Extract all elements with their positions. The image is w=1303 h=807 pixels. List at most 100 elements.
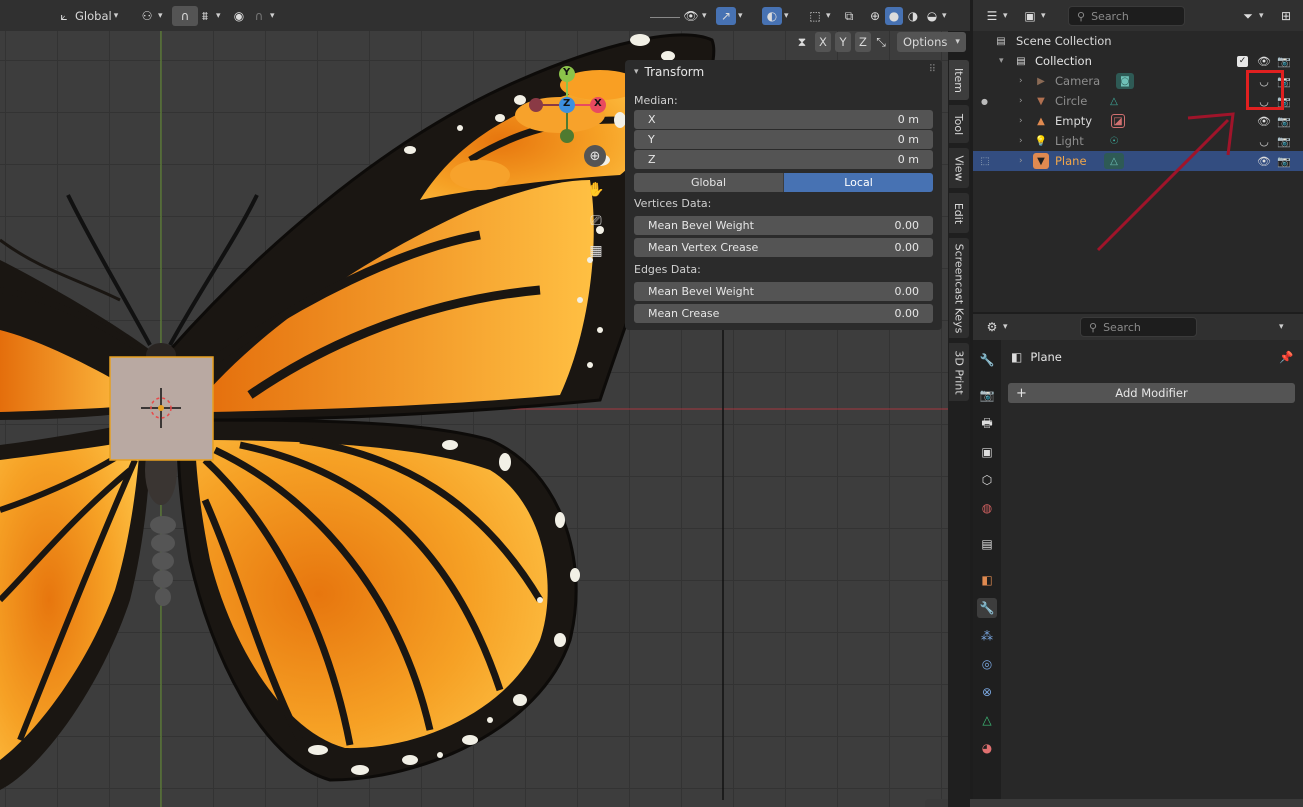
tab-3d-print[interactable]: 3D Print [949,343,969,401]
physics-tab-icon[interactable]: ◎ [977,654,997,674]
xray-icon: ⧉ [844,8,854,23]
transform-panel-header[interactable]: ▾ Transform [634,65,704,79]
collection-icon: ▤ [1016,55,1026,67]
pin-icon[interactable]: 📌 [1279,350,1293,364]
world-tab-icon[interactable]: ◍ [977,498,997,518]
particles-tab-icon[interactable]: ⁂ [977,626,997,646]
camera-view-icon[interactable]: ⎚ [583,208,609,234]
ortho-grid-icon[interactable]: ▦ [583,238,609,264]
mean-bevel-weight-vertex-field[interactable]: Mean Bevel Weight 0.00 [634,216,933,235]
gizmo-toggle[interactable]: ↗ ▾ [716,6,743,26]
camera-render-icon[interactable]: 📷 [1277,114,1291,128]
tab-item[interactable]: Item [949,60,969,100]
eye-icon[interactable]: 👁 [1257,54,1271,68]
tab-edit[interactable]: Edit [949,193,969,233]
editor-type-dropdown[interactable]: ☰ ▾ [983,6,1008,26]
object-tab-icon[interactable]: ◧ [977,570,997,590]
mesh-edit-overlays[interactable]: ⬚ ▾ [806,6,831,26]
navigation-gizmo[interactable]: X Y Z [525,62,615,152]
checkbox-icon[interactable]: ✓ [1237,55,1248,67]
camera-render-icon[interactable]: 📷 [1277,54,1291,68]
transform-orientation-dropdown[interactable]: ⟀ Global ▾ [55,6,118,26]
orientation-value: Global [75,9,112,23]
collection-tab-icon[interactable]: ▤ [977,534,997,554]
light-icon: 💡 [1034,135,1048,147]
eye-icon[interactable]: 👁 [1257,154,1271,168]
proportional-edit-toggle[interactable]: ◉ ∩ ▾ [230,6,275,26]
global-space-button[interactable]: Global [634,173,784,192]
pan-hand-icon[interactable]: ✋ [583,177,609,203]
tab-tool[interactable]: Tool [949,105,969,143]
view-layer-tab-icon[interactable]: ▣ [977,442,997,462]
material-tab-icon[interactable]: ◕ [977,738,997,758]
tool-tab-icon[interactable]: 🔧 [977,350,997,370]
pivot-point-dropdown[interactable]: ⚇ ▾ [138,6,163,26]
modifier-wrench-icon[interactable]: 🔧 [977,598,997,618]
field-label: Mean Bevel Weight [648,285,754,298]
mirror-z-toggle[interactable]: Z [855,32,871,52]
eye-closed-icon[interactable]: ◡ [1257,134,1271,148]
chevron-down-icon: ▾ [826,11,831,21]
chevron-down-icon: ▾ [634,67,639,77]
scene-collection-row[interactable]: ▤ Scene Collection [973,31,1303,51]
visibility-dropdown[interactable]: 👁 ▾ [682,6,706,26]
wireframe-shading-icon[interactable]: ⊕ [866,7,884,25]
chevron-right-icon[interactable]: › [1019,116,1023,126]
mean-bevel-weight-edge-field[interactable]: Mean Bevel Weight 0.00 [634,282,933,301]
data-tab-icon[interactable]: △ [977,710,997,730]
constraints-tab-icon[interactable]: ⊗ [977,682,997,702]
new-collection-button[interactable]: ⊞ [1277,6,1295,26]
mean-crease-field[interactable]: Mean Crease 0.00 [634,304,933,323]
sidebar-tabs: Item Tool View Edit Screencast Keys 3D P… [948,60,970,807]
drag-handle-icon[interactable]: ⠿ [929,64,936,75]
filter-dropdown[interactable]: ⏷ ▾ [1239,6,1263,26]
chevron-down-icon[interactable]: ▾ [999,56,1004,66]
snap-target-dropdown[interactable]: ⩩ ▾ [196,6,221,26]
chevron-right-icon[interactable]: › [1019,96,1023,106]
vertices-data-label: Vertices Data: [634,197,712,210]
rendered-shading-icon[interactable]: ◒ [923,7,941,25]
edit-mode-icon[interactable]: ⬚ [977,153,993,169]
properties-search-input[interactable]: ⚲ Search [1080,317,1197,337]
local-space-button[interactable]: Local [784,173,933,192]
camera-render-icon[interactable]: 📷 [1277,154,1291,168]
camera-render-icon[interactable]: 📷 [1277,134,1291,148]
zoom-icon[interactable]: ⊕ [584,145,606,167]
snap-toggle[interactable]: ∩ [172,6,198,26]
xray-toggle[interactable]: ⧉ [840,6,858,26]
scene-tab-icon[interactable]: ⬡ [977,470,997,490]
options-dropdown[interactable]: ▾ [1279,317,1284,337]
chevron-right-icon[interactable]: › [1019,156,1023,166]
search-placeholder: Search [1103,320,1141,334]
tab-screencast-keys[interactable]: Screencast Keys [949,238,969,338]
chevron-down-icon: ▾ [1003,11,1008,21]
output-tab-icon[interactable]: 🖶 [977,414,997,434]
dot-indicator: ● [981,96,988,106]
collection-row[interactable]: ▾ ▤ Collection ✓ 👁 📷 [973,51,1303,71]
editor-type-dropdown[interactable]: ⚙ ▾ [983,317,1008,337]
mesh-overlay-icon: ⬚ [809,9,821,23]
auto-merge-toggle[interactable]: ⤡ [872,32,890,52]
mirror-y-toggle[interactable]: Y [835,32,851,52]
median-y-field[interactable]: Y 0 m [634,130,933,149]
mean-vertex-crease-field[interactable]: Mean Vertex Crease 0.00 [634,238,933,257]
overlays-toggle[interactable]: ◐ ▾ [762,6,789,26]
chevron-down-icon[interactable]: ▾ [942,11,947,21]
mirror-x-toggle[interactable]: X [815,32,831,52]
material-shading-icon[interactable]: ◑ [904,7,922,25]
tab-view[interactable]: View [949,148,969,188]
solid-shading-icon[interactable]: ● [885,7,903,25]
field-label: Mean Crease [648,307,720,320]
add-modifier-button[interactable]: + Add Modifier [1008,383,1295,403]
options-dropdown[interactable]: Options ▾ [897,32,966,52]
chevron-right-icon[interactable]: › [1019,136,1023,146]
render-tab-icon[interactable]: 📷 [977,385,997,405]
display-mode-dropdown[interactable]: ▣ ▾ [1021,6,1045,26]
outliner-search-input[interactable]: ⚲ Search [1068,6,1185,26]
median-x-field[interactable]: X 0 m [634,110,933,129]
field-value: 0.00 [894,219,920,232]
object-name: Camera [1055,74,1101,88]
eye-icon[interactable]: 👁 [1257,114,1271,128]
chevron-right-icon[interactable]: › [1019,76,1023,86]
median-z-field[interactable]: Z 0 m [634,150,933,169]
